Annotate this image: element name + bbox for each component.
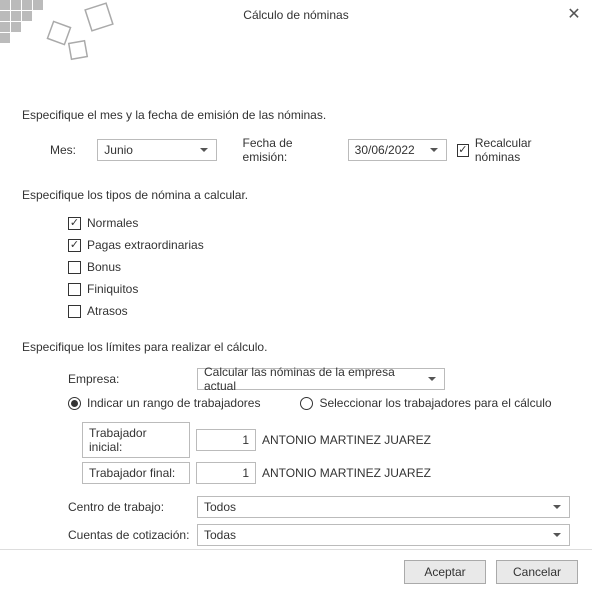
emission-date-value: 30/06/2022 — [355, 143, 426, 157]
checkbox-checked-icon: ✓ — [68, 239, 81, 252]
bonus-checkbox[interactable]: Bonus — [68, 260, 121, 274]
bonus-label: Bonus — [87, 260, 121, 274]
range-radio-label: Indicar un rango de trabajadores — [87, 396, 260, 410]
radio-checked-icon — [68, 397, 81, 410]
pagas-checkbox[interactable]: ✓ Pagas extraordinarias — [68, 238, 204, 252]
emission-date-label: Fecha de emisión: — [243, 136, 332, 164]
cuentas-select[interactable]: Todas — [197, 524, 570, 546]
normales-label: Normales — [87, 216, 138, 230]
chevron-down-icon — [424, 377, 440, 382]
month-value: Junio — [104, 143, 195, 157]
section-limits-label: Especifique los límites para realizar el… — [22, 340, 570, 354]
recalculate-checkbox[interactable]: ✓ Recalcular nóminas — [457, 136, 570, 164]
worker-initial-num[interactable]: 1 — [196, 429, 256, 451]
chevron-down-icon — [549, 505, 565, 510]
atrasos-checkbox[interactable]: Atrasos — [68, 304, 128, 318]
close-button[interactable]: ✕ — [564, 4, 584, 24]
centro-value: Todos — [204, 500, 549, 514]
worker-final-label: Trabajador final: — [82, 462, 190, 484]
finiquitos-checkbox[interactable]: Finiquitos — [68, 282, 138, 296]
empresa-select[interactable]: Calcular las nóminas de la empresa actua… — [197, 368, 445, 390]
recalculate-label: Recalcular nóminas — [475, 136, 570, 164]
select-workers-radio[interactable]: Seleccionar los trabajadores para el cál… — [300, 396, 551, 410]
radio-icon — [300, 397, 313, 410]
atrasos-label: Atrasos — [87, 304, 128, 318]
cancel-button[interactable]: Cancelar — [496, 560, 578, 584]
worker-final-name: ANTONIO MARTINEZ JUAREZ — [262, 466, 570, 480]
cuentas-label: Cuentas de cotización: — [22, 528, 197, 542]
checkbox-icon — [68, 261, 81, 274]
section-types-label: Especifique los tipos de nómina a calcul… — [22, 188, 570, 202]
checkbox-icon — [68, 283, 81, 296]
select-workers-radio-label: Seleccionar los trabajadores para el cál… — [319, 396, 551, 410]
checkbox-checked-icon: ✓ — [68, 217, 81, 230]
empresa-value: Calcular las nóminas de la empresa actua… — [204, 365, 424, 393]
range-radio[interactable]: Indicar un rango de trabajadores — [68, 396, 260, 410]
normales-checkbox[interactable]: ✓ Normales — [68, 216, 138, 230]
finiquitos-label: Finiquitos — [87, 282, 138, 296]
chevron-down-icon — [196, 148, 212, 153]
month-label: Mes: — [50, 143, 97, 157]
chevron-down-icon — [426, 148, 442, 153]
checkbox-icon — [68, 305, 81, 318]
worker-initial-label: Trabajador inicial: — [82, 422, 190, 458]
accept-button[interactable]: Aceptar — [404, 560, 486, 584]
centro-label: Centro de trabajo: — [22, 500, 197, 514]
worker-initial-name: ANTONIO MARTINEZ JUAREZ — [262, 433, 570, 447]
section-date-label: Especifique el mes y la fecha de emisión… — [22, 108, 570, 122]
dialog-title: Cálculo de nóminas — [243, 8, 348, 22]
worker-final-num[interactable]: 1 — [196, 462, 256, 484]
cuentas-value: Todas — [204, 528, 549, 542]
chevron-down-icon — [549, 533, 565, 538]
close-icon: ✕ — [567, 6, 580, 23]
centro-select[interactable]: Todos — [197, 496, 570, 518]
pagas-label: Pagas extraordinarias — [87, 238, 204, 252]
checkbox-checked-icon: ✓ — [457, 144, 469, 157]
emission-date-select[interactable]: 30/06/2022 — [348, 139, 447, 161]
month-select[interactable]: Junio — [97, 139, 216, 161]
empresa-label: Empresa: — [22, 372, 197, 386]
